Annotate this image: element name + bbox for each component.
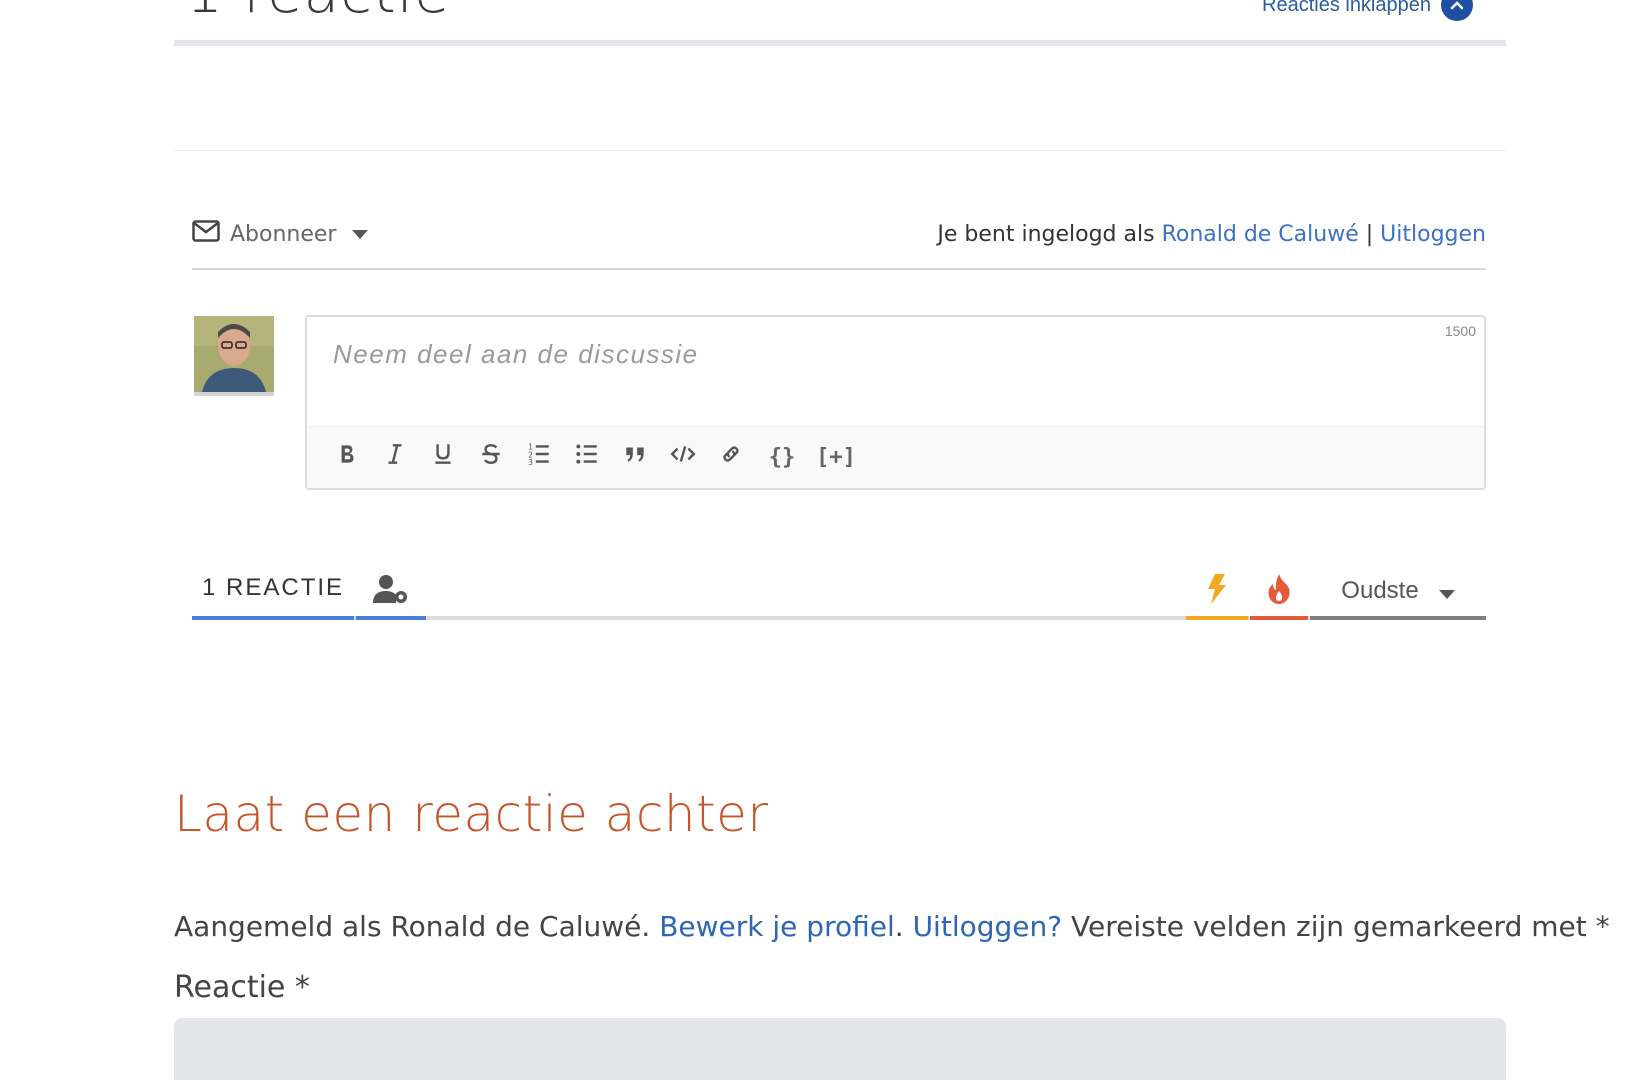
divider: [192, 268, 1486, 270]
editor-toolbar: 123 {} [+]: [307, 426, 1484, 488]
sort-dropdown[interactable]: Oudste: [1310, 566, 1486, 620]
ordered-list-icon: 123: [526, 441, 552, 474]
caret-down-icon: [352, 229, 369, 239]
divider: [174, 150, 1506, 151]
logged-in-notice: Aangemeld als Ronald de Caluwé. Bewerk j…: [174, 910, 1610, 943]
dot: .: [894, 910, 904, 943]
strikethrough-icon: [478, 441, 504, 474]
comment-field-label: Reactie *: [174, 970, 310, 1005]
chevron-up-icon: [1441, 0, 1473, 21]
strikethrough-button[interactable]: [469, 438, 513, 478]
comments-title: 1 reactie: [186, 0, 451, 22]
avatar: [194, 316, 274, 396]
login-separator: |: [1365, 222, 1374, 247]
newest-activity-tab[interactable]: [1186, 566, 1248, 620]
bolt-icon: [1207, 573, 1227, 609]
edit-profile-link[interactable]: Bewerk je profiel: [659, 910, 895, 943]
ordered-list-button[interactable]: 123: [517, 438, 561, 478]
collapse-comments-label: Reacties inklappen: [1262, 0, 1431, 16]
hottest-tab[interactable]: [1250, 566, 1308, 620]
reply-comment-textarea[interactable]: [174, 1018, 1506, 1080]
underline-icon: [430, 441, 456, 474]
bold-button[interactable]: [325, 438, 369, 478]
code-block-button[interactable]: {}: [757, 438, 807, 478]
envelope-icon: [192, 220, 220, 248]
login-prefix: Je bent ingelogd als: [937, 222, 1155, 247]
user-gear-icon: [373, 574, 409, 609]
code-button[interactable]: [661, 438, 705, 478]
unordered-list-button[interactable]: [565, 438, 609, 478]
flame-icon: [1267, 573, 1291, 609]
reply-logout-link[interactable]: Uitloggen?: [913, 910, 1063, 943]
comment-input[interactable]: [307, 317, 1484, 427]
char-counter: 1500: [1444, 323, 1476, 339]
user-profile-link[interactable]: Ronald de Caluwé: [1162, 222, 1359, 247]
spoiler-button[interactable]: [+]: [811, 438, 861, 478]
code-icon: [670, 441, 696, 474]
user-settings-tab[interactable]: [356, 566, 426, 620]
required-note: Vereiste velden zijn gemarkeerd met *: [1071, 910, 1610, 943]
quote-icon: [622, 441, 648, 474]
link-button[interactable]: [709, 438, 753, 478]
comment-editor: 1500 123 {} [+]: [305, 315, 1486, 490]
subscribe-label: Abonneer: [230, 221, 337, 247]
collapse-comments-link[interactable]: Reacties inklappen: [1262, 0, 1473, 21]
subscribe-row: Abonneer Je bent ingelogd als Ronald de …: [192, 216, 1486, 256]
bold-icon: [334, 441, 360, 474]
italic-icon: [382, 441, 408, 474]
logout-link[interactable]: Uitloggen: [1380, 222, 1486, 247]
comments-bar: 1 REACTIE Oudste: [192, 560, 1486, 620]
blockquote-button[interactable]: [613, 438, 657, 478]
comment-count-tab[interactable]: 1 REACTIE: [192, 574, 354, 620]
svg-text:3: 3: [528, 458, 533, 467]
unordered-list-icon: [574, 441, 600, 474]
sort-label: Oudste: [1341, 577, 1419, 604]
link-icon: [718, 441, 744, 474]
subscribe-dropdown[interactable]: Abonneer: [192, 220, 369, 248]
underline-button[interactable]: [421, 438, 465, 478]
login-status: Je bent ingelogd als Ronald de Caluwé | …: [937, 222, 1486, 247]
header-bar: [174, 40, 1506, 46]
reply-section-title: Laat een reactie achter: [174, 785, 769, 843]
logged-in-prefix: Aangemeld als Ronald de Caluwé.: [174, 910, 651, 943]
caret-down-icon: [1438, 589, 1455, 599]
italic-button[interactable]: [373, 438, 417, 478]
